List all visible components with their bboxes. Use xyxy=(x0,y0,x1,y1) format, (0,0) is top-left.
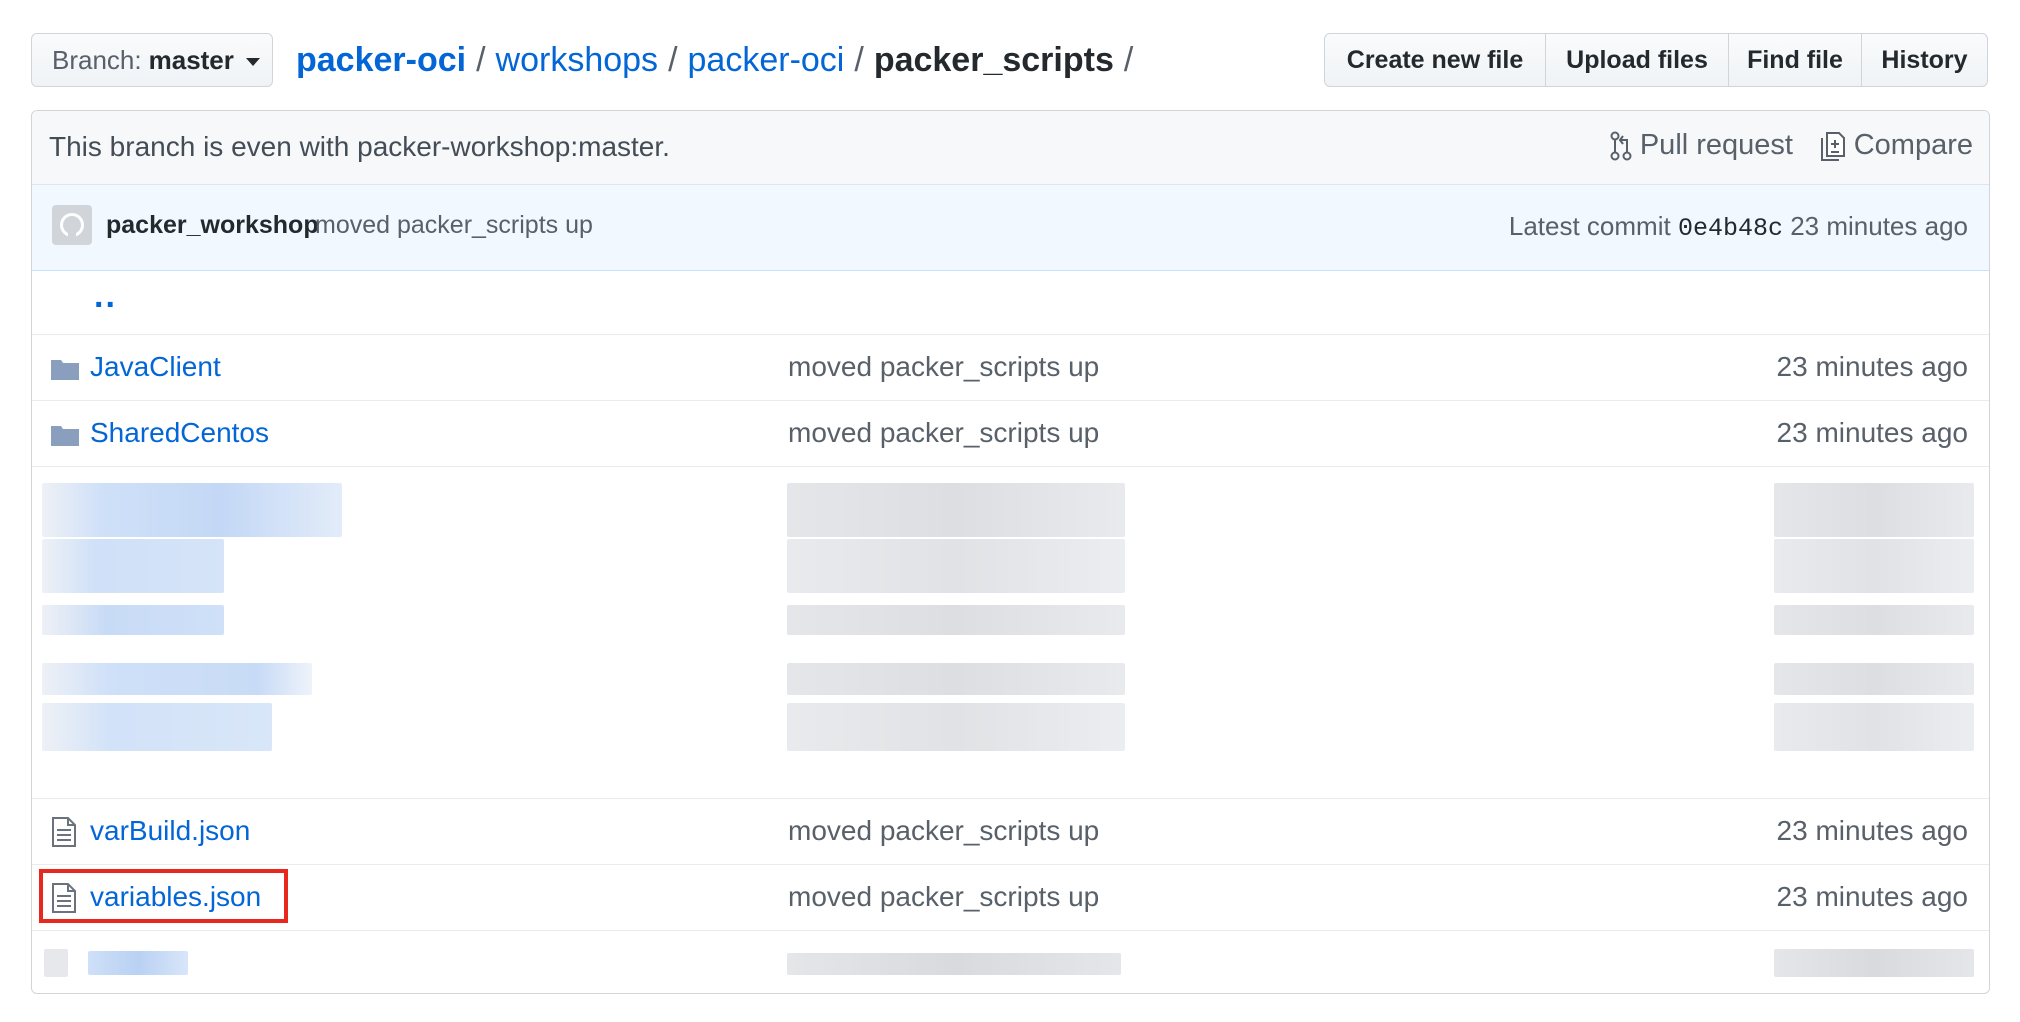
upload-files-button[interactable]: Upload files xyxy=(1545,33,1729,87)
branch-status-text: This branch is even with packer-workshop… xyxy=(49,131,670,162)
find-file-button[interactable]: Find file xyxy=(1728,33,1862,87)
redacted-name xyxy=(42,483,342,537)
file-age: 23 minutes ago xyxy=(1776,881,1968,912)
branch-status-bar: This branch is even with packer-workshop… xyxy=(32,111,1989,185)
latest-commit-info: Latest commit 0e4b48c 23 minutes ago xyxy=(1509,211,1968,243)
github-octocat-icon xyxy=(60,213,84,238)
commit-message-link[interactable]: moved packer_scripts up xyxy=(315,211,593,240)
git-pull-request-icon xyxy=(1610,131,1632,160)
breadcrumb-separator: / xyxy=(1123,40,1134,79)
redacted-message xyxy=(787,953,1121,975)
file-actions-group: Create new file Upload files Find file H… xyxy=(1324,33,1988,87)
file-age: 23 minutes ago xyxy=(1776,351,1968,382)
parent-directory-link[interactable]: .. xyxy=(94,277,117,316)
parent-directory-row: .. xyxy=(32,271,1989,335)
file-name-link[interactable]: varBuild.json xyxy=(90,815,250,847)
file-name-link[interactable]: SharedCentos xyxy=(90,417,269,449)
latest-commit-label: Latest commit xyxy=(1508,211,1671,241)
commit-author-link[interactable]: packer_workshop xyxy=(106,211,319,240)
redacted-icon xyxy=(44,949,68,977)
redacted-message xyxy=(787,663,1125,695)
commit-age: 23 minutes ago xyxy=(1790,211,1968,241)
file-name-link[interactable]: variables.json xyxy=(90,881,261,913)
folder-icon xyxy=(51,426,79,446)
redacted-name xyxy=(42,663,312,695)
redacted-age xyxy=(1774,539,1974,593)
pull-request-label: Pull request xyxy=(1639,129,1793,161)
branch-label: Branch: xyxy=(52,44,142,75)
breadcrumb: packer-oci / workshops / packer-oci / pa… xyxy=(296,36,1143,84)
diff-icon xyxy=(1820,131,1845,161)
file-age: 23 minutes ago xyxy=(1776,417,1968,448)
breadcrumb-root-link[interactable]: packer-oci xyxy=(296,41,466,80)
file-commit-message[interactable]: moved packer_scripts up xyxy=(788,881,1099,913)
branch-selector-button[interactable]: Branch: master xyxy=(31,33,273,87)
file-name-link[interactable]: JavaClient xyxy=(90,351,221,383)
folder-icon xyxy=(51,360,79,380)
table-row: varBuild.json moved packer_scripts up 23… xyxy=(32,799,1989,865)
create-new-file-button[interactable]: Create new file xyxy=(1324,33,1546,87)
redacted-rows xyxy=(32,467,1989,799)
redacted-age xyxy=(1774,663,1974,695)
redacted-name xyxy=(42,703,272,751)
redacted-name xyxy=(88,951,188,975)
redacted-name xyxy=(42,605,224,635)
file-commit-message[interactable]: moved packer_scripts up xyxy=(788,417,1099,449)
breadcrumb-separator: / xyxy=(476,40,486,79)
redacted-name xyxy=(42,539,224,593)
pull-request-link[interactable]: Pull request xyxy=(1610,129,1793,162)
breadcrumb-link-packer-oci[interactable]: packer-oci xyxy=(688,41,845,80)
breadcrumb-separator: / xyxy=(854,40,864,79)
avatar[interactable] xyxy=(52,205,92,245)
commit-sha-link[interactable]: 0e4b48c xyxy=(1678,214,1783,243)
redacted-age xyxy=(1774,949,1974,977)
file-icon xyxy=(52,883,76,913)
redacted-age xyxy=(1774,483,1974,537)
compare-label: Compare xyxy=(1853,129,1973,161)
breadcrumb-current: packer_scripts xyxy=(873,40,1114,79)
file-icon xyxy=(52,817,76,847)
redacted-message xyxy=(787,703,1125,751)
table-row: JavaClient moved packer_scripts up 23 mi… xyxy=(32,335,1989,401)
history-button[interactable]: History xyxy=(1861,33,1988,87)
file-age: 23 minutes ago xyxy=(1776,815,1968,846)
redacted-message xyxy=(787,539,1125,593)
redacted-message xyxy=(787,605,1125,635)
breadcrumb-link-workshops[interactable]: workshops xyxy=(496,41,659,80)
redacted-age xyxy=(1774,605,1974,635)
compare-link[interactable]: Compare xyxy=(1820,129,1973,162)
breadcrumb-separator: / xyxy=(668,40,678,79)
file-commit-message[interactable]: moved packer_scripts up xyxy=(788,351,1099,383)
caret-down-icon xyxy=(245,57,260,66)
file-commit-message[interactable]: moved packer_scripts up xyxy=(788,815,1099,847)
redacted-row xyxy=(32,931,1989,993)
file-list-box: This branch is even with packer-workshop… xyxy=(31,110,1990,994)
redacted-message xyxy=(787,483,1125,537)
table-row: SharedCentos moved packer_scripts up 23 … xyxy=(32,401,1989,467)
table-row: variables.json moved packer_scripts up 2… xyxy=(32,865,1989,931)
latest-commit-bar: packer_workshop moved packer_scripts up … xyxy=(32,185,1989,271)
redacted-age xyxy=(1774,703,1974,751)
branch-name: master xyxy=(148,44,234,75)
